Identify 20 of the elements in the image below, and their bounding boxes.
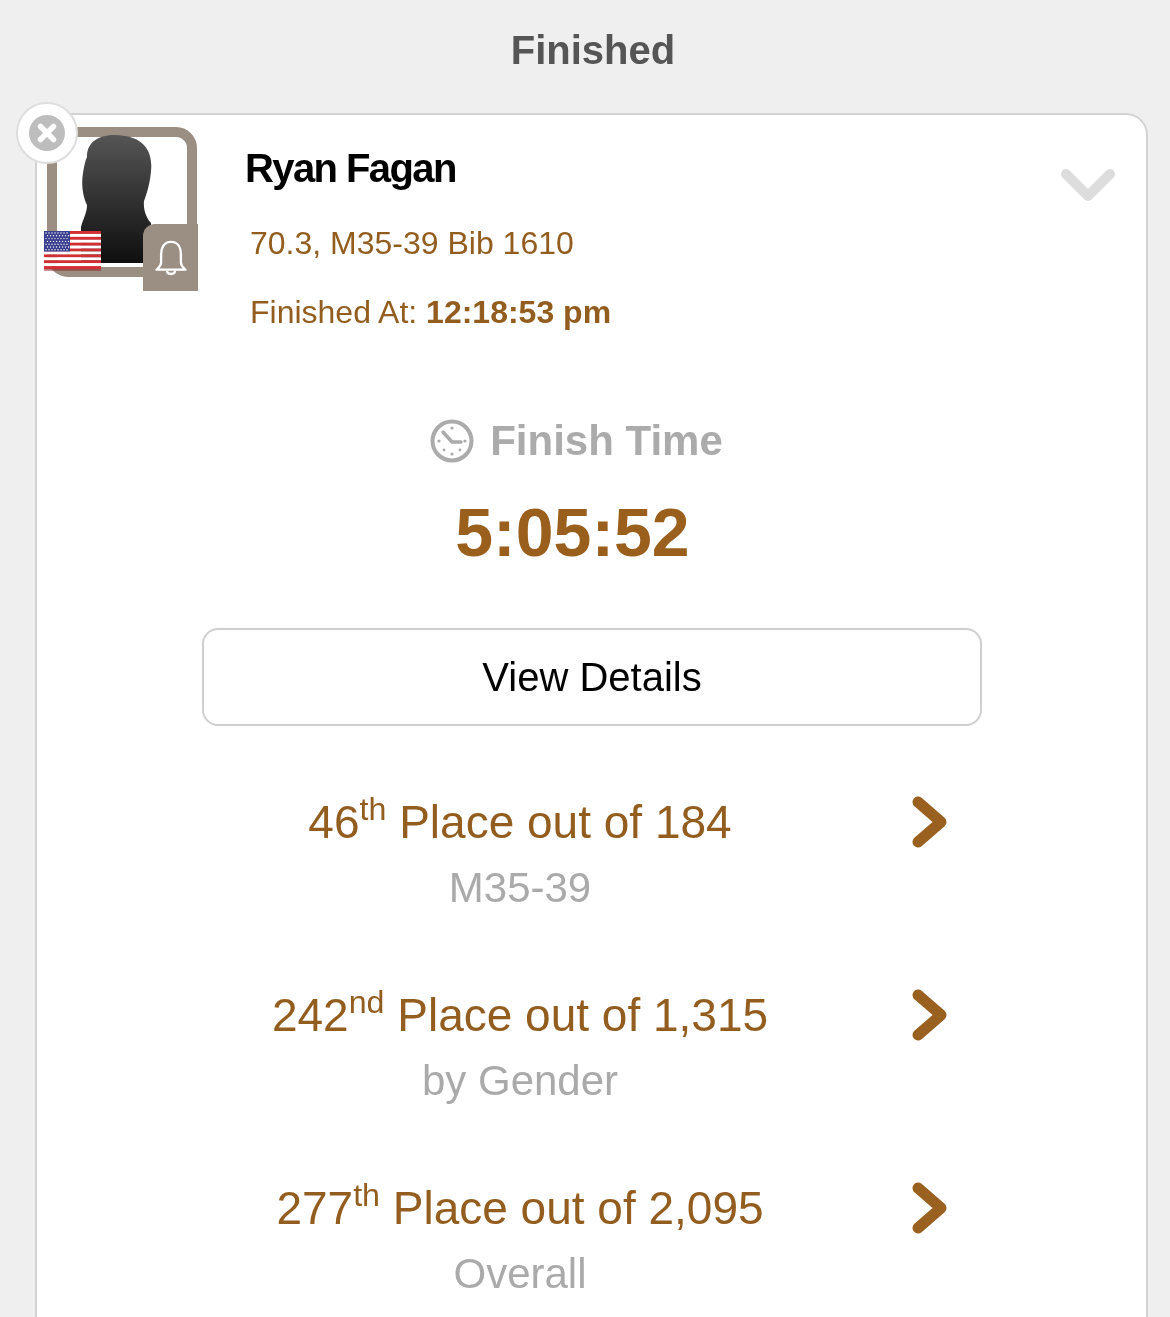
chevron-right-icon[interactable]	[911, 795, 949, 849]
notification-button[interactable]	[143, 224, 198, 291]
athlete-name: Ryan Fagan	[245, 145, 456, 192]
flag-icon	[44, 231, 101, 271]
page-title: Finished	[509, 27, 677, 74]
place-text: 242$^{nd}$ Place out of 1,315	[271, 988, 769, 1042]
clock-icon	[430, 419, 475, 463]
place-text: 277$^{th}$ Place out of 2,095	[276, 1181, 764, 1235]
category-label: by Gender	[421, 1058, 619, 1104]
chevron-right-icon[interactable]	[911, 1181, 949, 1235]
finish-time: 5:05:52	[454, 494, 691, 570]
view-details-button[interactable]: View Details	[202, 628, 982, 726]
athlete-details: 70.3, M35-39 Bib 1610	[250, 224, 574, 263]
category-label: M35-39	[448, 865, 592, 911]
finish-time-label: Finish Time	[490, 416, 723, 466]
chevron-right-icon[interactable]	[911, 988, 949, 1042]
close-icon	[29, 115, 65, 151]
category-label: Overall	[453, 1251, 587, 1297]
finished-at-text: Finished At: 12:18:53 pm	[250, 293, 612, 332]
place-text: 46$^{th}$ Place out of 184	[308, 795, 732, 849]
